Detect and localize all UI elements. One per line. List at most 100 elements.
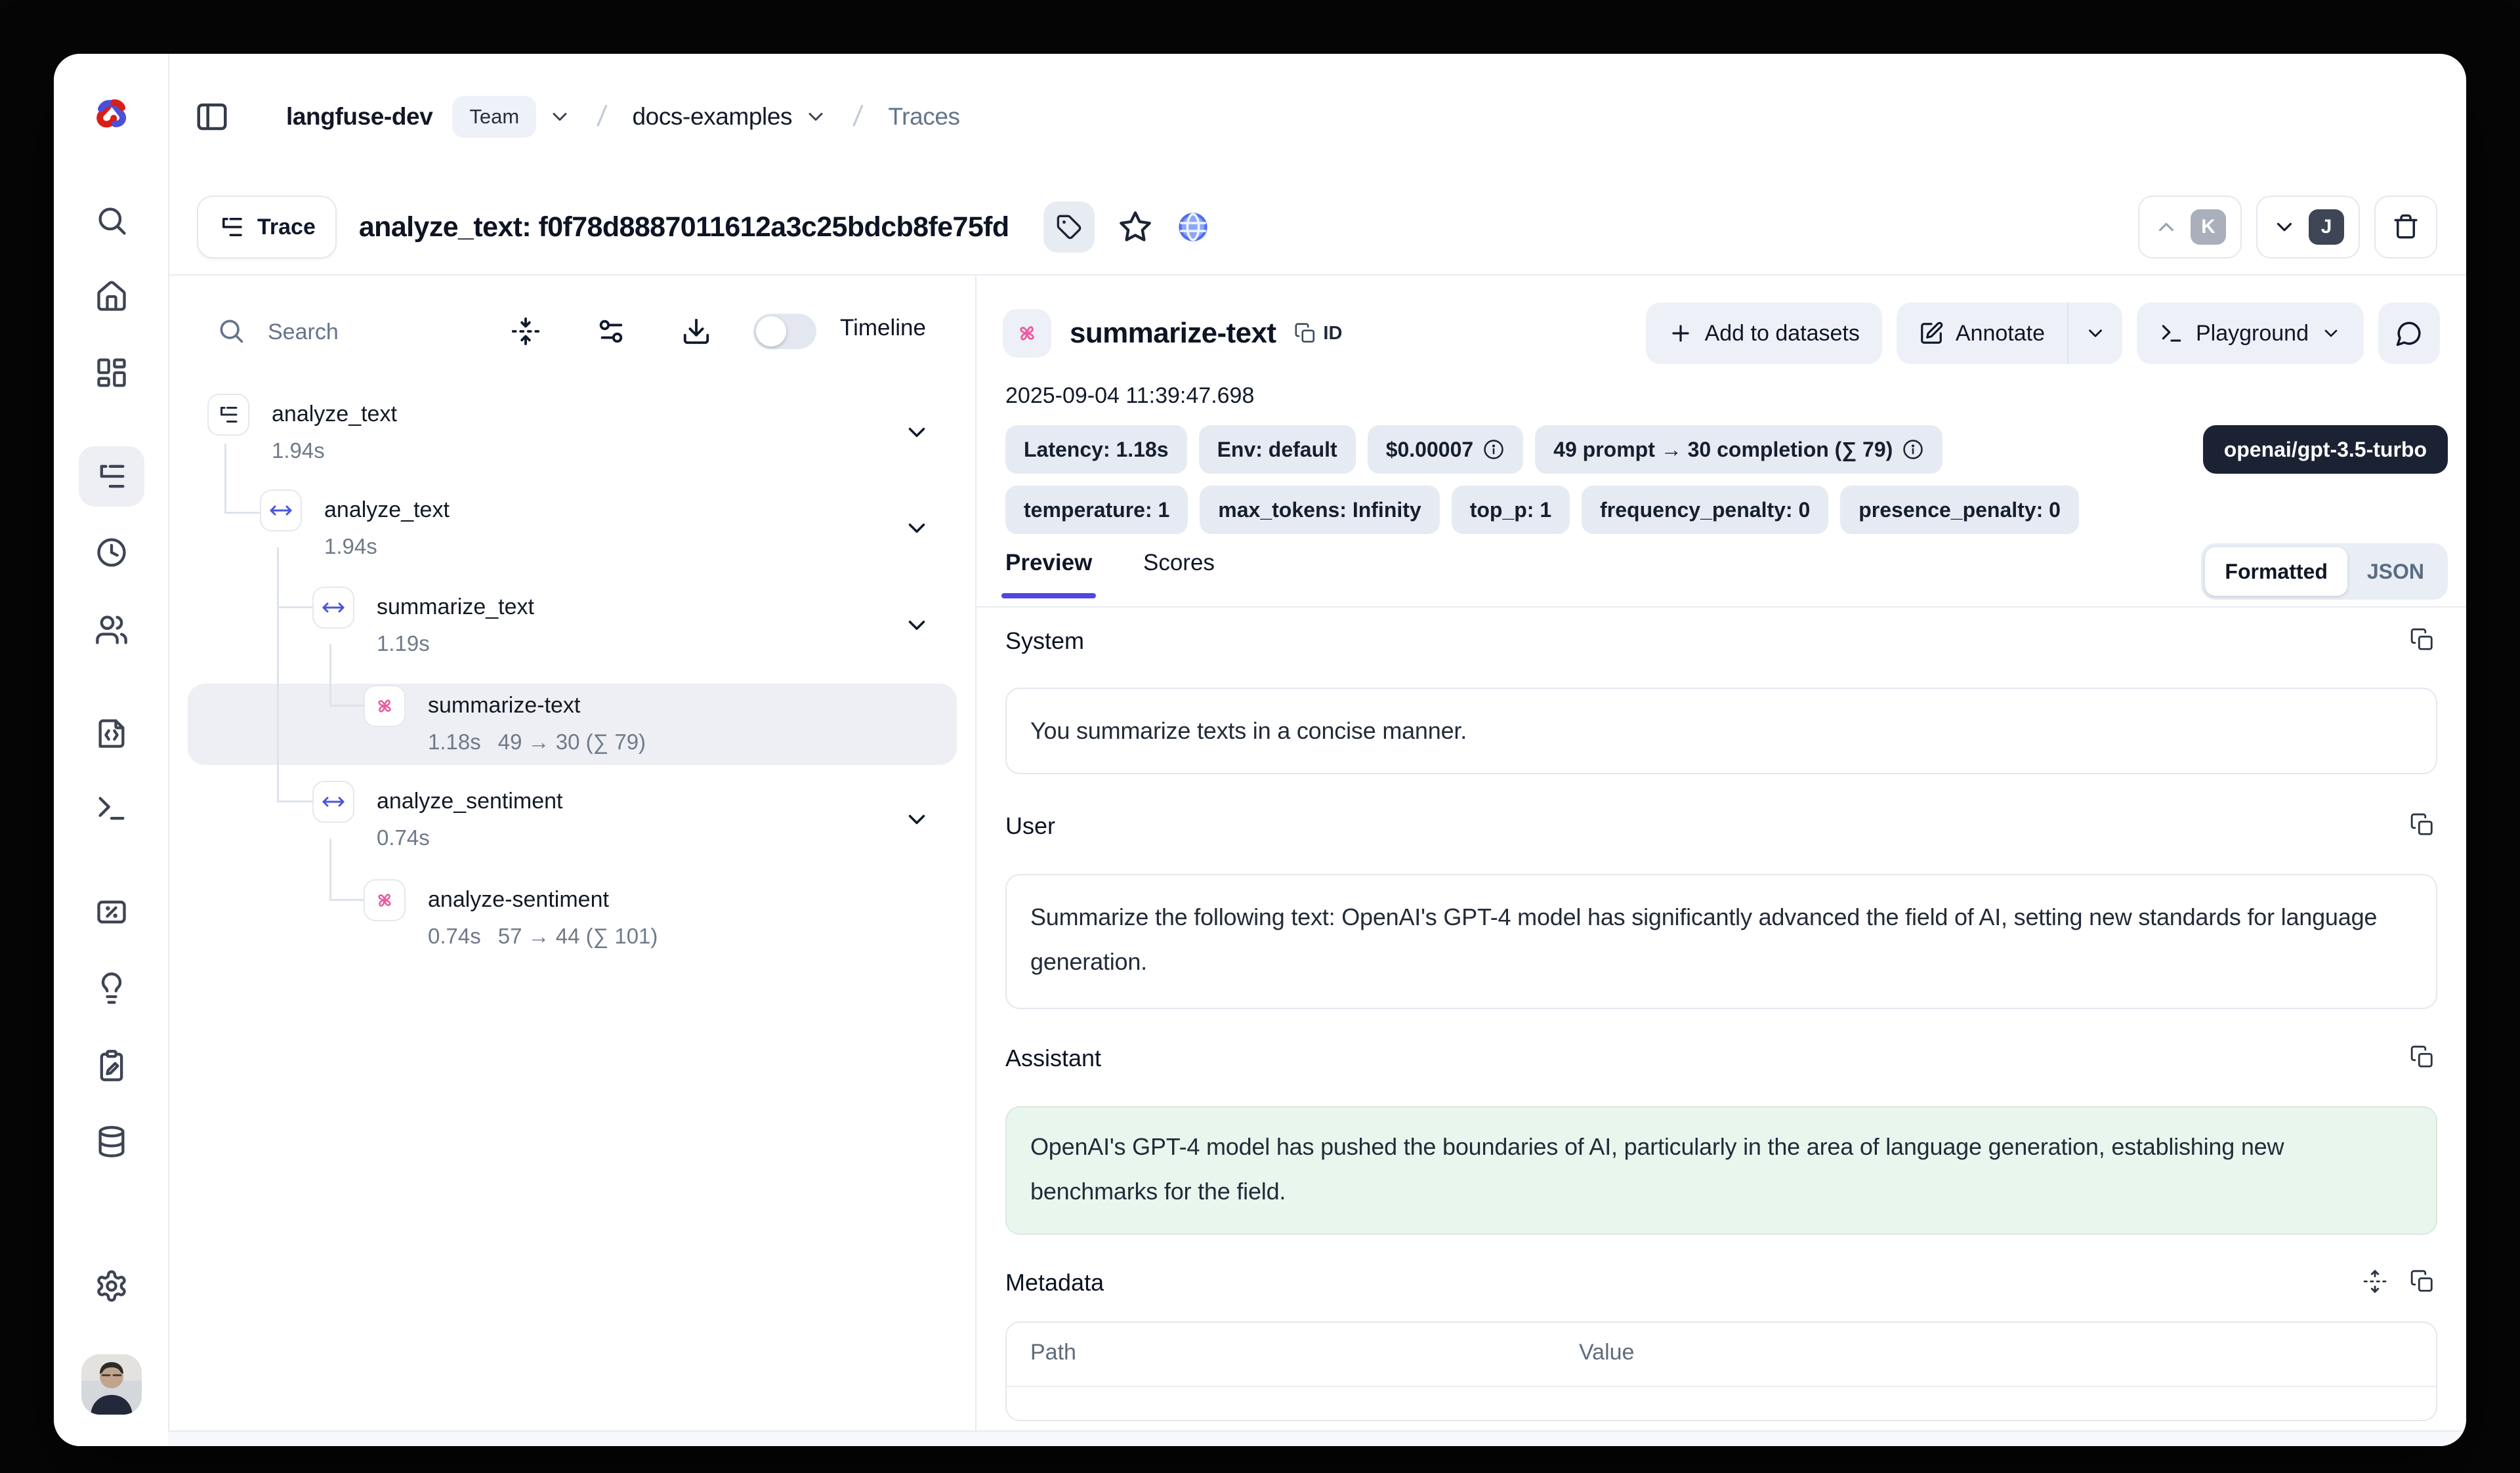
copy-icon[interactable]	[2410, 812, 2435, 837]
tree-connector	[224, 512, 260, 514]
metadata-table-header: Path Value	[1007, 1323, 2436, 1387]
tab-preview[interactable]: Preview	[1005, 550, 1092, 576]
param-badge: top_p: 1	[1452, 486, 1570, 534]
copy-icon[interactable]	[2410, 1045, 2435, 1069]
breadcrumb-page[interactable]: Traces	[888, 103, 959, 131]
tree-toolbar: Timeline	[168, 276, 975, 386]
tracing-tree-icon[interactable]	[94, 459, 129, 493]
generation-node-icon	[373, 888, 396, 912]
observation-timestamp: 2025-09-04 11:39:47.698	[1005, 383, 1254, 409]
param-badge: frequency_penalty: 0	[1582, 486, 1828, 534]
tag-button[interactable]	[1043, 201, 1095, 253]
user-avatar[interactable]	[81, 1354, 142, 1415]
settings-gear-icon[interactable]	[94, 1269, 129, 1303]
playground-button[interactable]: Playground	[2137, 302, 2364, 364]
chevron-down-icon[interactable]	[548, 105, 572, 129]
annotate-dropdown-button[interactable]	[2067, 302, 2122, 364]
home-icon[interactable]	[94, 280, 129, 314]
search-icon[interactable]	[94, 203, 129, 238]
param-badge: temperature: 1	[1005, 486, 1188, 534]
timeline-toggle[interactable]	[753, 314, 816, 349]
format-formatted-option[interactable]: Formatted	[2205, 547, 2347, 596]
expand-vertical-icon[interactable]	[2362, 1269, 2387, 1294]
trace-header: Trace analyze_text: f0f78d8887011612a3c2…	[168, 180, 2466, 276]
display-settings-icon[interactable]	[596, 316, 626, 346]
trash-icon	[2392, 213, 2420, 241]
tag-icon	[1056, 214, 1082, 240]
prev-trace-button[interactable]: K	[2138, 196, 2242, 259]
assistant-section-label: Assistant	[1005, 1045, 1101, 1072]
collapse-all-icon[interactable]	[511, 316, 541, 346]
annotation-clipboard-icon[interactable]	[94, 1048, 129, 1083]
span-node-icon	[322, 790, 345, 814]
tokens-badge[interactable]: 49 prompt → 30 completion (∑ 79)	[1535, 425, 1942, 474]
chevron-down-icon[interactable]	[903, 806, 931, 833]
assistant-message-text: OpenAI's GPT-4 model has pushed the boun…	[1007, 1108, 2436, 1214]
datasets-database-icon[interactable]	[94, 1125, 129, 1159]
metadata-value-column: Value	[1579, 1340, 1634, 1365]
env-badge: Env: default	[1199, 425, 1356, 474]
span-node-icon	[322, 596, 345, 619]
id-label: ID	[1323, 323, 1342, 344]
insights-lightbulb-icon[interactable]	[94, 971, 129, 1005]
tree-connector	[329, 839, 331, 900]
assistant-message-card: OpenAI's GPT-4 model has pushed the boun…	[1005, 1106, 2437, 1235]
project-name[interactable]: langfuse-dev	[286, 103, 432, 131]
comments-button[interactable]	[2378, 302, 2440, 364]
langfuse-logo-icon[interactable]	[88, 92, 135, 139]
chevron-down-icon	[2084, 322, 2107, 344]
copy-icon[interactable]	[2410, 627, 2435, 652]
copy-icon[interactable]	[2410, 1269, 2435, 1294]
star-bookmark-icon[interactable]	[1118, 210, 1152, 244]
span-node-icon	[269, 499, 293, 522]
dashboard-icon[interactable]	[94, 356, 129, 390]
tab-scores[interactable]: Scores	[1143, 550, 1215, 576]
user-section-label: User	[1005, 812, 1055, 840]
users-icon[interactable]	[94, 613, 129, 647]
environment-name[interactable]: docs-examples	[632, 103, 792, 131]
generation-node-icon	[373, 694, 396, 718]
bottom-scrollbar-track[interactable]	[168, 1430, 2466, 1446]
metadata-section-label: Metadata	[1005, 1269, 1104, 1297]
chevron-down-icon[interactable]	[903, 612, 931, 639]
info-icon	[1482, 438, 1505, 461]
delete-trace-button[interactable]	[2374, 196, 2437, 259]
format-json-option[interactable]: JSON	[2347, 547, 2444, 596]
system-message-text: You summarize texts in a concise manner.	[1007, 709, 1490, 753]
preview-sections: System You summarize texts in a concise …	[976, 606, 2466, 1432]
chevron-down-icon	[2272, 215, 2297, 239]
breadcrumb: langfuse-dev Team / docs-examples / Trac…	[168, 54, 2466, 180]
system-section-label: System	[1005, 627, 1084, 655]
prompts-file-code-icon[interactable]	[94, 716, 129, 751]
chevron-down-icon[interactable]	[804, 105, 828, 129]
observation-detail-panel: summarize-text ID Add to datasets	[976, 276, 2466, 1432]
evaluation-percent-icon[interactable]	[94, 895, 129, 929]
download-icon[interactable]	[681, 316, 711, 346]
model-badge[interactable]: openai/gpt-3.5-turbo	[2203, 425, 2448, 474]
cost-badge[interactable]: $0.00007	[1368, 425, 1523, 474]
team-badge: Team	[452, 96, 536, 138]
main-area: langfuse-dev Team / docs-examples / Trac…	[168, 54, 2466, 1446]
chevron-up-icon	[2154, 215, 2179, 239]
next-trace-button[interactable]: J	[2256, 196, 2360, 259]
playground-terminal-icon[interactable]	[94, 791, 129, 825]
tracing-tree-icon	[218, 213, 245, 241]
observation-header: summarize-text ID Add to datasets	[976, 276, 2466, 391]
copy-id-button[interactable]: ID	[1294, 322, 1342, 344]
info-icon	[1902, 438, 1924, 461]
chevron-down-icon[interactable]	[903, 514, 931, 542]
trace-type-button[interactable]: Trace	[197, 196, 337, 259]
next-key-hint: J	[2309, 209, 2344, 245]
chevron-down-icon[interactable]	[903, 419, 931, 446]
pen-square-icon	[1919, 321, 1944, 346]
model-param-badges: temperature: 1 max_tokens: Infinity top_…	[1005, 486, 2448, 534]
search-input[interactable]	[265, 304, 494, 360]
sidebar-toggle-icon[interactable]	[194, 99, 230, 135]
sessions-clock-icon[interactable]	[94, 535, 129, 570]
public-globe-icon[interactable]	[1176, 210, 1210, 244]
add-to-datasets-button[interactable]: Add to datasets	[1646, 302, 1882, 364]
observation-title: summarize-text	[1070, 317, 1276, 350]
trace-title: analyze_text: f0f78d8887011612a3c25bdcb8…	[359, 211, 1009, 243]
annotate-button[interactable]: Annotate	[1897, 302, 2067, 364]
tree-connector	[329, 705, 364, 707]
